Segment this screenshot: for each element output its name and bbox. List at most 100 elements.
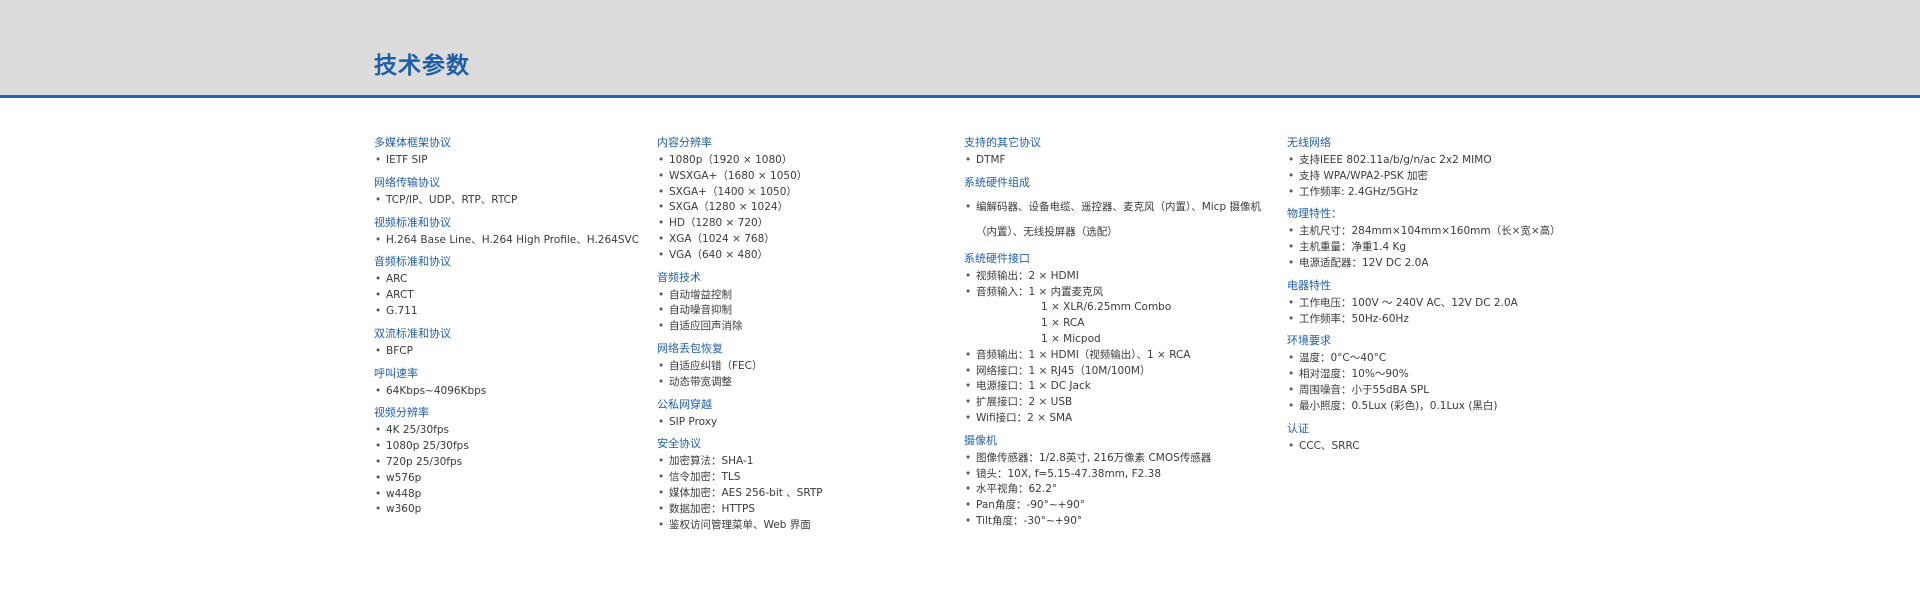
section-heading: 认证: [1287, 421, 1309, 435]
spec-item: 1080p（1920 × 1080）: [657, 153, 957, 169]
spec-item: 数据加密：HTTPS: [657, 502, 957, 518]
spec-section: 电器特性 工作电压：100V ～ 240V AC、12V DC 2.0A 工作频…: [1287, 278, 1627, 328]
spec-section: 安全协议 加密算法：SHA-1 信令加密：TLS 媒体加密：AES 256-bi…: [657, 436, 957, 533]
spec-section: 认证 CCC、SRRC: [1287, 421, 1627, 455]
section-heading: 呼叫速率: [374, 366, 418, 380]
spec-item: 动态带宽调整: [657, 375, 957, 391]
spec-item: 周围噪音：小于55dBA SPL: [1287, 383, 1627, 399]
spec-section: 系统硬件组成 编解码器、设备电缆、遥控器、麦克风（内置）、Micp 摄像机（内置…: [964, 175, 1264, 245]
spec-item: 音频输出：1 × HDMI（视频输出）、1 × RCA: [964, 348, 1264, 364]
header-band: 技术参数: [0, 0, 1920, 98]
section-heading: 音频标准和协议: [374, 255, 451, 269]
spec-item: Pan角度：-90°~+90°: [964, 498, 1264, 514]
spec-item: 电源适配器：12V DC 2.0A: [1287, 256, 1627, 272]
spec-item: w360p: [374, 502, 674, 518]
spec-section: 视频标准和协议 H.264 Base Line、H.264 High Profi…: [374, 215, 674, 249]
spec-item: 1080p 25/30fps: [374, 439, 674, 455]
spec-item: 4K 25/30fps: [374, 423, 674, 439]
spec-item: 主机尺寸：284mm×104mm×160mm（长×宽×高）: [1287, 224, 1627, 240]
spec-item: 媒体加密：AES 256-bit 、SRTP: [657, 486, 957, 502]
page-title: 技术参数: [374, 53, 470, 79]
spec-item: 支持IEEE 802.11a/b/g/n/ac 2x2 MIMO: [1287, 153, 1627, 169]
spec-item: w448p: [374, 487, 674, 503]
spec-item: XGA（1024 × 768）: [657, 232, 957, 248]
spec-section: 网络丢包恢复 自适应纠错（FEC） 动态带宽调整: [657, 341, 957, 391]
section-heading: 无线网络: [1287, 136, 1331, 149]
spec-item: G.711: [374, 304, 674, 320]
spec-item: 电源接口：1 × DC Jack: [964, 379, 1264, 395]
spec-section: 无线网络 支持IEEE 802.11a/b/g/n/ac 2x2 MIMO 支持…: [1287, 135, 1627, 200]
spec-item: 编解码器、设备电缆、遥控器、麦克风（内置）、Micp 摄像机（内置）、无线投屏器…: [964, 193, 1266, 245]
section-heading: 音频技术: [657, 270, 701, 284]
section-heading: 电器特性: [1287, 278, 1331, 292]
spec-section: 网络传输协议 TCP/IP、UDP、RTP、RTCP: [374, 175, 674, 209]
spec-item: 鉴权访问管理菜单、Web 界面: [657, 518, 957, 534]
spec-column-2: 内容分辨率 1080p（1920 × 1080） WSXGA+（1680 × 1…: [657, 131, 957, 539]
spec-item: Tilt角度：-30°~+90°: [964, 514, 1264, 530]
section-heading: 多媒体框架协议: [374, 136, 451, 149]
spec-item: 音频输入：1 × 内置麦克风: [964, 285, 1264, 301]
section-heading: 系统硬件组成: [964, 175, 1030, 189]
spec-item: DTMF: [964, 153, 1264, 169]
spec-section: 双流标准和协议 BFCP: [374, 326, 674, 360]
spec-section: 环境要求 温度：0°C～40°C 相对湿度：10%～90% 周围噪音：小于55d…: [1287, 333, 1627, 414]
spec-section: 呼叫速率 64Kbps~4096Kbps: [374, 366, 674, 400]
spec-section: 音频标准和协议 ARC ARCT G.711: [374, 254, 674, 319]
spec-item: SXGA+（1400 × 1050）: [657, 185, 957, 201]
section-heading: 视频标准和协议: [374, 215, 451, 229]
spec-item-continuation: 1 × RCA: [1041, 317, 1085, 330]
spec-item: 720p 25/30fps: [374, 455, 674, 471]
spec-section: 公私网穿越 SIP Proxy: [657, 397, 957, 431]
spec-column-3: 支持的其它协议 DTMF 系统硬件组成 编解码器、设备电缆、遥控器、麦克风（内置…: [964, 131, 1264, 536]
spec-item: 视频输出：2 × HDMI: [964, 269, 1264, 285]
section-heading: 公私网穿越: [657, 397, 712, 411]
section-heading: 环境要求: [1287, 334, 1331, 348]
spec-item: 网络接口：1 × RJ45（10M/100M）: [964, 364, 1264, 380]
section-heading: 内容分辨率: [657, 136, 712, 149]
spec-section: 多媒体框架协议 IETF SIP: [374, 135, 674, 169]
spec-item: w576p: [374, 471, 674, 487]
spec-item: BFCP: [374, 344, 674, 360]
spec-item-continuation: 1 × XLR/6.25mm Combo: [1041, 301, 1172, 314]
spec-item: Wifi接口：2 × SMA: [964, 411, 1264, 427]
spec-item: 自动噪音抑制: [657, 303, 957, 319]
spec-item: 镜头：10X, f=5.15-47.38mm, F2.38: [964, 467, 1264, 483]
spec-item: 加密算法：SHA-1: [657, 454, 957, 470]
spec-item: 工作频率: 2.4GHz/5GHz: [1287, 185, 1627, 201]
section-heading: 视频分辨率: [374, 406, 429, 420]
section-heading: 系统硬件接口: [964, 251, 1030, 265]
spec-item: 水平视角：62.2°: [964, 482, 1264, 498]
section-heading: 安全协议: [657, 437, 701, 451]
spec-item: 最小照度：0.5Lux (彩色)，0.1Lux (黑白): [1287, 399, 1627, 415]
spec-item: 工作电压：100V ～ 240V AC、12V DC 2.0A: [1287, 296, 1627, 312]
spec-item: HD（1280 × 720）: [657, 216, 957, 232]
spec-item: TCP/IP、UDP、RTP、RTCP: [374, 193, 674, 209]
spec-item: 支持 WPA/WPA2-PSK 加密: [1287, 169, 1627, 185]
spec-item: WSXGA+（1680 × 1050）: [657, 169, 957, 185]
spec-item: SIP Proxy: [657, 415, 957, 431]
spec-item: 64Kbps~4096Kbps: [374, 384, 674, 400]
spec-item: VGA（640 × 480）: [657, 248, 957, 264]
spec-item: 扩展接口：2 × USB: [964, 395, 1264, 411]
spec-item: 主机重量：净重1.4 Kg: [1287, 240, 1627, 256]
spec-section: 音频技术 自动增益控制 自动噪音抑制 自适应回声消除: [657, 270, 957, 335]
spec-item: 自动增益控制: [657, 288, 957, 304]
section-heading: 网络丢包恢复: [657, 341, 723, 355]
spec-section: 摄像机 图像传感器：1/2.8英寸, 216万像素 CMOS传感器 镜头：10X…: [964, 433, 1264, 530]
spec-column-1: 多媒体框架协议 IETF SIP 网络传输协议 TCP/IP、UDP、RTP、R…: [374, 131, 674, 524]
spec-item: H.264 Base Line、H.264 High Profile、H.264…: [374, 233, 674, 249]
spec-item: ARCT: [374, 288, 674, 304]
spec-section: 物理特性： 主机尺寸：284mm×104mm×160mm（长×宽×高） 主机重量…: [1287, 206, 1627, 271]
spec-item: CCC、SRRC: [1287, 439, 1627, 455]
spec-item: ARC: [374, 272, 674, 288]
spec-item-continuation: 1 × Micpod: [1041, 332, 1101, 345]
spec-section: 内容分辨率 1080p（1920 × 1080） WSXGA+（1680 × 1…: [657, 135, 957, 264]
spec-column-4: 无线网络 支持IEEE 802.11a/b/g/n/ac 2x2 MIMO 支持…: [1287, 131, 1627, 460]
spec-item: 工作频率：50Hz-60Hz: [1287, 312, 1627, 328]
section-heading: 摄像机: [964, 433, 997, 447]
section-heading: 双流标准和协议: [374, 326, 451, 340]
spec-item: 信令加密：TLS: [657, 470, 957, 486]
section-heading: 支持的其它协议: [964, 136, 1041, 149]
section-heading: 物理特性：: [1287, 207, 1342, 221]
spec-item: 温度：0°C～40°C: [1287, 351, 1627, 367]
